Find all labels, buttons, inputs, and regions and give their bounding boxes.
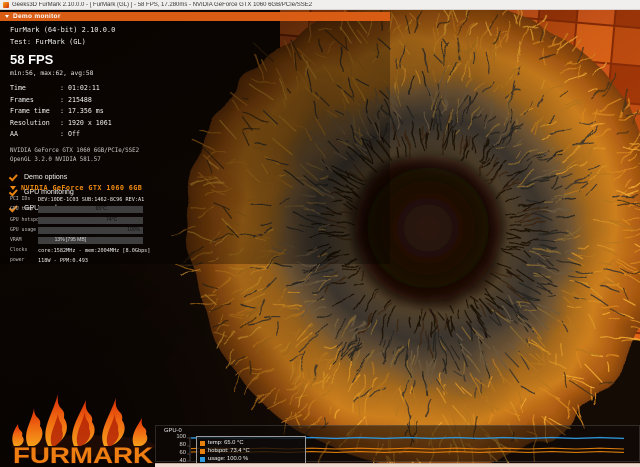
- window-title: Geeks3D FurMark 2.10.0.0 - [ FurMark (GL…: [12, 2, 312, 8]
- title-bar: Geeks3D FurMark 2.10.0.0 - [ FurMark (GL…: [0, 0, 640, 10]
- session-stats: Time : 01:02:11 Frames : 215488 Frame ti…: [10, 84, 210, 138]
- stat-row-resolution: Resolution : 1920 x 1061: [10, 119, 210, 127]
- logo-wordmark: FURMARK: [13, 443, 153, 466]
- window-bottom-border: [155, 463, 640, 467]
- stat-row-aa: AA : Off: [10, 130, 210, 138]
- collapse-arrow-icon: [10, 186, 16, 190]
- fps-stats: min:56, max:62, avg:58: [10, 70, 210, 77]
- test-line: Test: FurMark (GL): [10, 38, 210, 46]
- stat-row-frames: Frames : 215488: [10, 96, 210, 104]
- checkmark-icon: [9, 172, 18, 181]
- hotspot-bar: 74°C: [38, 217, 143, 224]
- gpu-monitor-header[interactable]: NVIDIA GeForce GTX 1060 6GB: [10, 183, 235, 193]
- gpu-name: NVIDIA GeForce GTX 1060 6GB: [21, 184, 142, 192]
- vram-bar: 13% [795 MB]: [38, 237, 143, 244]
- renderer-info: NVIDIA GeForce GTX 1060 6GB/PCIe/SSE2 Op…: [10, 147, 210, 165]
- fps-readout: 58 FPS: [10, 52, 210, 67]
- renderer-name: NVIDIA GeForce GTX 1060 6GB/PCIe/SSE2: [10, 147, 210, 156]
- hotspot-swatch-icon: [200, 449, 205, 454]
- furmark-logo: FURMARK: [8, 388, 158, 466]
- temp-swatch-icon: [200, 441, 205, 446]
- row-clocks: Clocks core:1582MHz - mem:2004MHz [8.0Gb…: [10, 247, 235, 254]
- app-version-line: FurMark (64-bit) 2.10.0.0: [10, 26, 210, 34]
- usage-swatch-icon: [200, 457, 205, 462]
- row-power: power 118W - PPM:0.493: [10, 257, 235, 264]
- demo-monitor-header[interactable]: Demo monitor: [0, 12, 390, 21]
- stat-row-time: Time : 01:02:11: [10, 84, 210, 92]
- row-vram: VRAM 13% [795 MB]: [10, 237, 235, 244]
- usage-bar: 100%: [38, 227, 143, 234]
- gpu-monitor-section: NVIDIA GeForce GTX 1060 6GB PCI IDs DEV:…: [10, 183, 235, 264]
- stat-row-frametime: Frame time : 17.356 ms: [10, 107, 210, 115]
- legend-hotspot: hotspot: 73.4 °C: [200, 447, 302, 455]
- legend-usage: usage: 100.0 %: [200, 455, 302, 463]
- checkbox-demo-options[interactable]: Demo options: [10, 174, 210, 181]
- app-flame-icon: [3, 2, 9, 8]
- gpu-graph-panel: GPU-0 100 80 60 40 temp: 65.0 °C hotspot…: [155, 425, 640, 462]
- row-gpu-temp: GPU temp 65°C: [10, 206, 235, 213]
- row-gpu-usage: GPU usage 100%: [10, 227, 235, 234]
- collapse-arrow-icon: [5, 15, 9, 18]
- legend-temp: temp: 65.0 °C: [200, 439, 302, 447]
- row-gpu-hotspot: GPU hotspot 74°C: [10, 217, 235, 224]
- graph-legend: temp: 65.0 °C hotspot: 73.4 °C usage: 10…: [196, 436, 306, 466]
- furmark-window: Geeks3D FurMark 2.10.0.0 - [ FurMark (GL…: [0, 0, 640, 467]
- demo-monitor-title: Demo monitor: [13, 13, 61, 20]
- temp-bar: 65°C: [38, 206, 143, 213]
- opengl-version: OpenGL 3.2.0 NVIDIA 581.57: [10, 156, 210, 165]
- row-pci-ids: PCI IDs DEV:10DE-1C03 SUB:1462-8C96 REV:…: [10, 196, 235, 203]
